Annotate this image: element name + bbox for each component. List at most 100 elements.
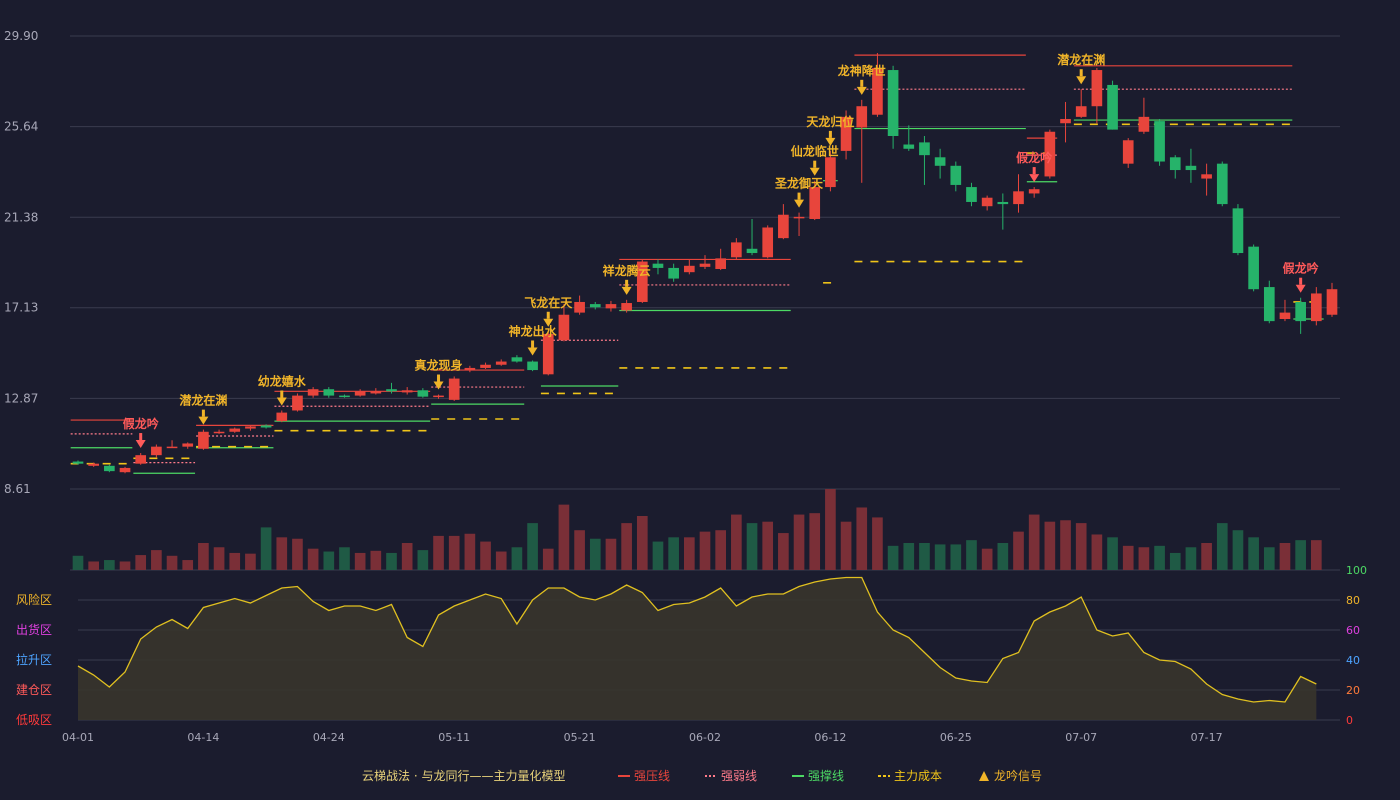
candle-body	[151, 446, 162, 456]
volume-bar	[213, 547, 225, 570]
oscillator-panel	[77, 576, 1317, 720]
signal-label: 幼龙嬉水	[258, 373, 307, 388]
volume-bar	[715, 530, 727, 570]
volume-bar	[778, 533, 789, 570]
volume-bar	[276, 537, 288, 570]
candle-body	[354, 391, 366, 396]
candle-body	[480, 364, 491, 368]
price-tick-label: 8.61	[4, 482, 31, 496]
legend-signal-icon	[979, 771, 989, 781]
candle-body	[1326, 289, 1338, 315]
volume-bar	[1169, 552, 1181, 570]
volume-bar	[307, 548, 319, 570]
candle-body	[966, 187, 977, 202]
volume-bar	[1154, 545, 1165, 570]
candle-body	[229, 428, 241, 432]
candle-body	[1060, 118, 1071, 124]
volume-bar	[950, 544, 962, 570]
volume-bar	[1185, 547, 1197, 570]
signal-arrow-shaft	[1079, 69, 1083, 77]
candle-body	[1028, 189, 1040, 194]
signal-label: 潜龙在渊	[1057, 52, 1105, 67]
signal-arrow-shaft	[531, 340, 535, 348]
volume-bar	[417, 550, 429, 570]
candle-body	[699, 263, 711, 267]
signal-arrow-shaft	[860, 79, 864, 87]
candle-body	[495, 361, 507, 365]
signal-label: 潜龙在渊	[179, 393, 227, 408]
volume-bar	[386, 552, 397, 570]
volume-bar	[245, 553, 256, 570]
oscillator-tick-label: 20	[1346, 684, 1360, 697]
candle-body	[1091, 70, 1103, 107]
volume-bar	[997, 543, 1009, 570]
signal-arrow-shaft	[139, 433, 143, 441]
legend-title: 云梯战法 · 与龙同行——主力量化模型	[362, 769, 565, 783]
volume-bar	[731, 514, 742, 570]
volume-bar	[1028, 514, 1040, 570]
signal-arrow-icon	[433, 381, 444, 390]
oscillator-zone-label: 低吸区	[16, 713, 52, 727]
volume-bar	[1310, 540, 1322, 570]
candle-body	[731, 242, 742, 258]
signal-arrow-icon	[621, 286, 632, 295]
candle-body	[276, 412, 288, 422]
legend-item-label: 强撑线	[808, 768, 844, 783]
volume-bar	[1107, 537, 1118, 570]
volume-bar	[558, 504, 570, 570]
candle-body	[542, 333, 554, 375]
candle-body	[793, 216, 805, 219]
volume-bar	[292, 538, 303, 570]
volume-bar	[636, 516, 648, 570]
price-tick-label: 12.87	[4, 391, 38, 405]
candle-body	[511, 357, 523, 362]
candle-body	[856, 106, 868, 128]
volume-bar	[872, 517, 883, 570]
candle-body	[1154, 121, 1165, 162]
volume-bar	[1216, 523, 1228, 570]
candle-body	[668, 267, 679, 279]
candle-body	[746, 248, 758, 254]
volume-bar	[683, 537, 695, 570]
candle-body	[245, 426, 256, 429]
candle-body	[778, 214, 789, 239]
volume-bar	[119, 561, 131, 570]
candle-body	[950, 165, 962, 185]
signal-arrow-icon	[1076, 76, 1087, 85]
volume-bar	[1248, 537, 1259, 570]
volume-bar	[260, 527, 272, 570]
candle-body	[809, 187, 821, 219]
candle-body	[213, 431, 225, 434]
volume-bar	[229, 552, 241, 570]
signal-label: 天龙归位	[806, 114, 854, 129]
legend: 云梯战法 · 与龙同行——主力量化模型 强压线 强弱线 强撑线 主力成本 龙吟信号	[362, 768, 1042, 783]
signal-label: 飞龙在天	[524, 295, 573, 310]
date-axis: 04-01 04-14 04-24 05-11 05-21 06-02 06-12 06-25…	[62, 731, 1223, 744]
volume-bar	[574, 530, 585, 570]
candle-body	[370, 391, 382, 394]
date-tick-label: 07-17	[1191, 731, 1223, 744]
candle-body	[527, 361, 538, 371]
signal-arrow-shaft	[280, 390, 284, 398]
signal-label: 假龙吟	[123, 416, 159, 431]
signal-arrow-icon	[809, 167, 820, 176]
signal-label: 神龙出水	[509, 323, 558, 338]
signal-arrow-shaft	[201, 409, 205, 417]
volume-bar	[652, 541, 664, 570]
volume-bar	[981, 548, 993, 570]
date-tick-label: 07-07	[1065, 731, 1097, 744]
volume-bar	[1060, 520, 1071, 570]
volume-bar	[1138, 547, 1150, 570]
volume-bar	[840, 521, 852, 570]
price-axis: 29.90 25.64 21.38 17.13 12.87 8.61	[4, 29, 38, 496]
candle-body	[919, 142, 930, 156]
candle-body	[1310, 293, 1322, 322]
oscillator-tick-label: 0	[1346, 714, 1353, 727]
signal-label: 仙龙临世	[791, 144, 839, 159]
candle-body	[339, 395, 350, 398]
volume-bar	[527, 523, 538, 570]
signal-arrow-shaft	[437, 374, 441, 382]
volume-bar	[495, 551, 507, 570]
candle-body	[260, 425, 272, 428]
volume-bar	[370, 550, 382, 570]
